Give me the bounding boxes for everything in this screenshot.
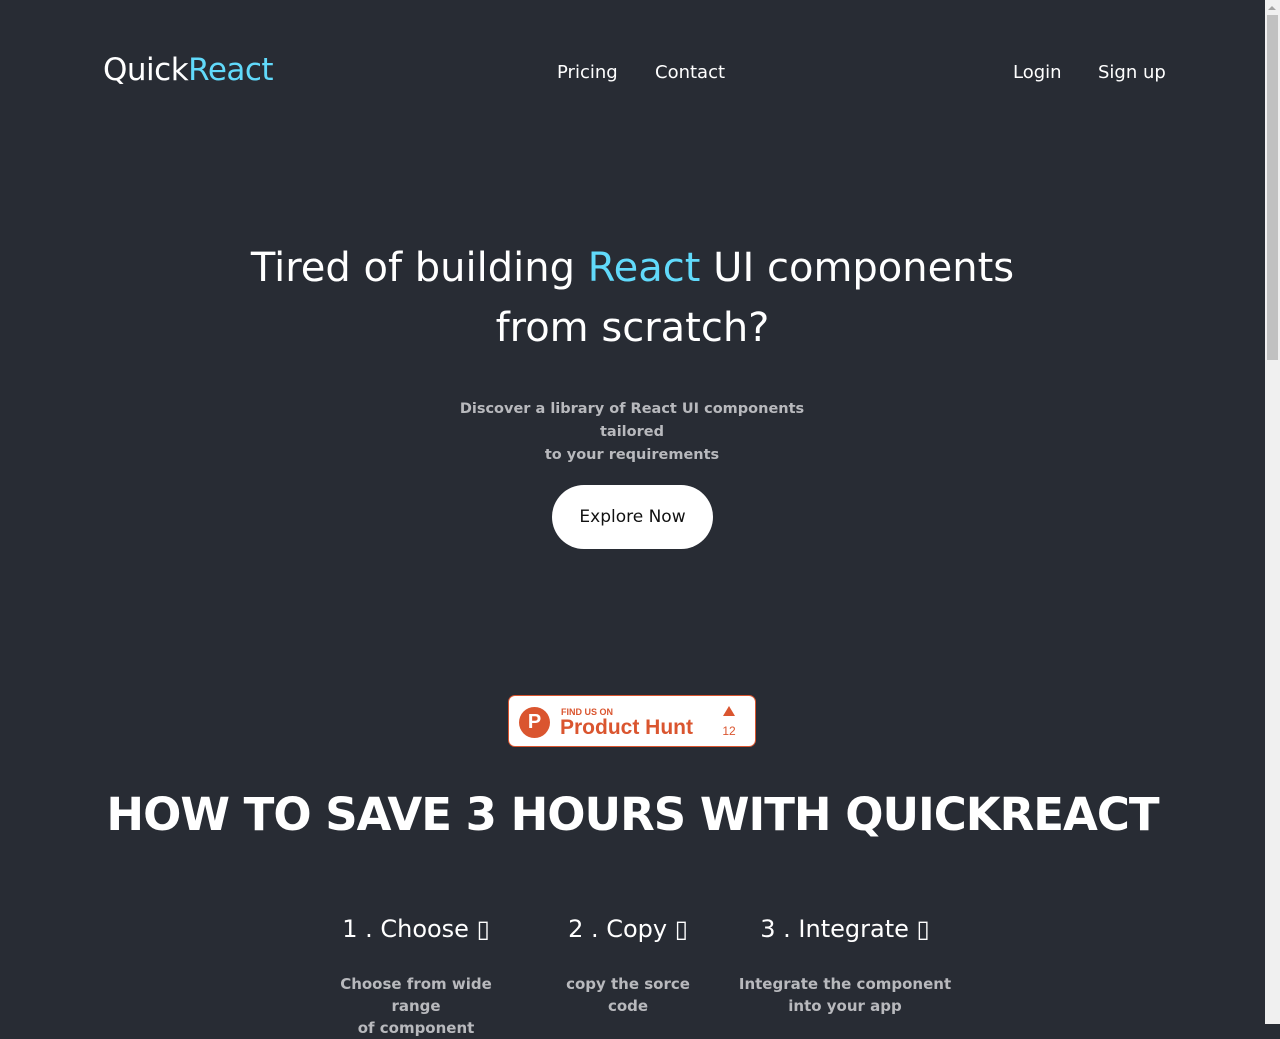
step-integrate: 3 . Integrate ▯ Integrate the component … — [735, 915, 955, 1017]
step-description-line1: Integrate the component — [738, 975, 952, 993]
step-description-line2: of component — [357, 1019, 475, 1037]
scrollbar-thumb[interactable] — [1267, 15, 1278, 360]
vertical-scrollbar[interactable] — [1265, 0, 1280, 1024]
product-hunt-badge[interactable]: P FIND US ON Product Hunt 12 — [508, 695, 756, 747]
product-hunt-logo-icon: P — [519, 707, 550, 738]
hero-title-before: Tired of building — [250, 245, 588, 291]
hero-subtitle-line2: to your requirements — [544, 447, 720, 463]
logo-text-react: React — [188, 52, 274, 88]
step-description-line1: copy the sorce — [566, 975, 690, 993]
hero-subtitle-line1: Discover a library of React UI component… — [459, 401, 805, 440]
upvote-arrow-icon — [723, 706, 735, 716]
landing-page: QuickReact Pricing Contact Login Sign up… — [0, 0, 1265, 1037]
hero-subtitle: Discover a library of React UI component… — [432, 398, 832, 467]
scroll-up-arrow-icon[interactable] — [1268, 6, 1276, 10]
step-description-line2: into your app — [788, 997, 902, 1015]
step-description-line2: code — [607, 997, 649, 1015]
step-choose: 1 . Choose ▯ Choose from wide range of c… — [316, 915, 516, 1039]
hero-title: Tired of building React UI components fr… — [0, 238, 1265, 358]
logo[interactable]: QuickReact — [103, 52, 274, 88]
step-description: Integrate the component into your app — [735, 973, 955, 1017]
step-description: copy the sorce code — [548, 973, 708, 1017]
explore-now-button[interactable]: Explore Now — [552, 485, 713, 549]
hero-title-after: UI components — [700, 245, 1015, 291]
step-title: 3 . Integrate ▯ — [760, 915, 930, 943]
hero-title-line2: from scratch? — [495, 305, 770, 351]
login-link[interactable]: Login — [1013, 62, 1062, 83]
upvote-count: 12 — [722, 724, 736, 738]
product-hunt-name: Product Hunt — [560, 716, 693, 739]
step-copy: 2 . Copy ▯ copy the sorce code — [548, 915, 708, 1017]
nav-contact-link[interactable]: Contact — [655, 62, 725, 83]
logo-text-quick: Quick — [103, 52, 189, 88]
step-title: 1 . Choose ▯ — [342, 915, 490, 943]
how-to-title: HOW TO SAVE 3 HOURS WITH QUICKREACT — [106, 788, 1159, 841]
nav-pricing-link[interactable]: Pricing — [557, 62, 618, 83]
step-description: Choose from wide range of component — [316, 973, 516, 1039]
hero-title-accent: React — [587, 245, 701, 291]
signup-link[interactable]: Sign up — [1098, 62, 1166, 83]
step-description-line1: Choose from wide range — [340, 975, 492, 1015]
step-title: 2 . Copy ▯ — [568, 915, 688, 943]
